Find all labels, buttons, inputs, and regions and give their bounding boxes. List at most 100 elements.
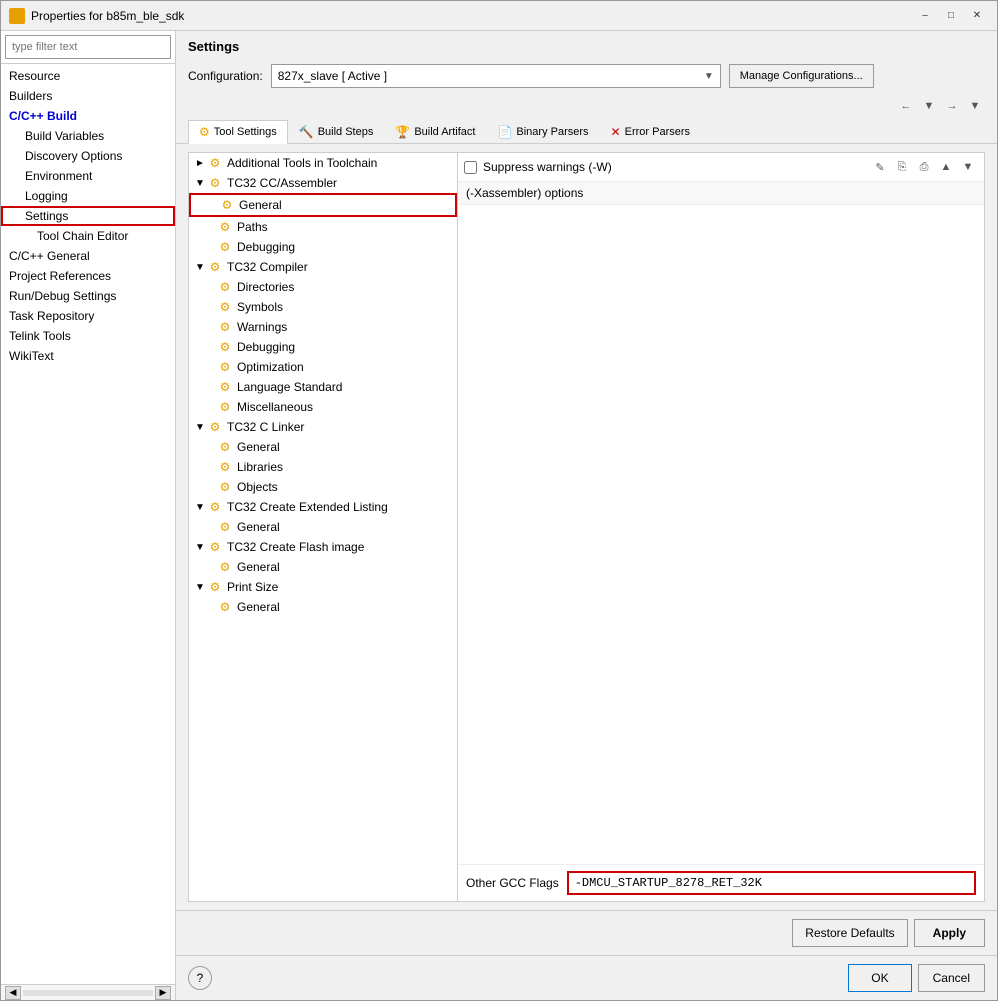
expand-icon xyxy=(205,362,217,373)
expand-icon xyxy=(205,222,217,233)
tree-item-general-flash[interactable]: ⚙ General xyxy=(189,557,457,577)
config-label: Configuration: xyxy=(188,69,263,83)
options-toolbar-icons: ✎ ⎘ ⎙ ▲ ▼ xyxy=(870,157,978,177)
sidebar-item-builders[interactable]: Builders xyxy=(1,86,175,106)
tab-error-parsers[interactable]: ✕ Error Parsers xyxy=(600,120,701,144)
tab-build-artifact[interactable]: 🏆 Build Artifact xyxy=(384,120,486,144)
settings-body: ► ⚙ Additional Tools in Toolchain ▼ ⚙ TC… xyxy=(176,144,997,910)
tree-item-optimization[interactable]: ⚙ Optimization xyxy=(189,357,457,377)
help-button[interactable]: ? xyxy=(188,966,212,990)
suppress-warnings-checkbox[interactable] xyxy=(464,161,477,174)
tab-build-steps[interactable]: 🔨 Build Steps xyxy=(288,120,385,144)
sidebar-item-settings[interactable]: Settings xyxy=(1,206,175,226)
move-down-button[interactable]: ▼ xyxy=(958,157,978,177)
tree-item-miscellaneous[interactable]: ⚙ Miscellaneous xyxy=(189,397,457,417)
expand-icon xyxy=(205,342,217,353)
titlebar: Properties for b85m_ble_sdk – □ ✕ xyxy=(1,1,997,31)
expand-icon xyxy=(205,382,217,393)
tree-item-additional-tools[interactable]: ► ⚙ Additional Tools in Toolchain xyxy=(189,153,457,173)
tool-icon: ⚙ xyxy=(217,359,233,375)
tree-item-general-assembler[interactable]: ⚙ General xyxy=(189,193,457,217)
nav-dropdown-button[interactable]: ▼ xyxy=(919,96,939,116)
tool-icon: ⚙ xyxy=(217,459,233,475)
tree-item-general-print[interactable]: ⚙ General xyxy=(189,597,457,617)
sidebar-item-resource[interactable]: Resource xyxy=(1,66,175,86)
sidebar-item-discovery-options[interactable]: Discovery Options xyxy=(1,146,175,166)
tab-binary-parsers[interactable]: 📄 Binary Parsers xyxy=(486,120,599,144)
expand-icon xyxy=(205,282,217,293)
tree-item-tc32-create-extended[interactable]: ▼ ⚙ TC32 Create Extended Listing xyxy=(189,497,457,517)
tree-item-libraries[interactable]: ⚙ Libraries xyxy=(189,457,457,477)
tree-item-tc32-compiler[interactable]: ▼ ⚙ TC32 Compiler xyxy=(189,257,457,277)
titlebar-controls: – □ ✕ xyxy=(913,6,989,26)
titlebar-app-icon xyxy=(9,8,25,24)
config-dropdown[interactable]: 827x_slave [ Active ] ▼ xyxy=(271,64,721,88)
tree-item-debugging-compiler[interactable]: ⚙ Debugging xyxy=(189,337,457,357)
restore-defaults-button[interactable]: Restore Defaults xyxy=(792,919,907,947)
tab-tool-settings[interactable]: ⚙ Tool Settings xyxy=(188,120,288,144)
sidebar-scrollbar[interactable]: ◀ ▶ xyxy=(1,984,175,1000)
sidebar-item-project-references[interactable]: Project References xyxy=(1,266,175,286)
tree-item-language-standard[interactable]: ⚙ Language Standard xyxy=(189,377,457,397)
suppress-warnings-label: Suppress warnings (-W) xyxy=(483,160,612,174)
tree-item-tc32-c-linker[interactable]: ▼ ⚙ TC32 C Linker xyxy=(189,417,457,437)
main-content: Resource Builders C/C++ Build Build Vari… xyxy=(1,31,997,1000)
tool-icon: ⚙ xyxy=(207,539,223,555)
options-toolbar: Suppress warnings (-W) ✎ ⎘ ⎙ ▲ ▼ xyxy=(458,153,984,182)
tool-icon: ⚙ xyxy=(217,399,233,415)
tree-item-general-linker[interactable]: ⚙ General xyxy=(189,437,457,457)
sidebar-item-task-repository[interactable]: Task Repository xyxy=(1,306,175,326)
tool-settings-icon: ⚙ xyxy=(199,125,210,139)
sidebar-item-build-variables[interactable]: Build Variables xyxy=(1,126,175,146)
tool-icon: ⚙ xyxy=(207,259,223,275)
nav-menu-button[interactable]: ▼ xyxy=(965,96,985,116)
sidebar-item-run-debug[interactable]: Run/Debug Settings xyxy=(1,286,175,306)
tool-icon: ⚙ xyxy=(217,599,233,615)
nav-forward-button[interactable]: → xyxy=(942,96,962,116)
gcc-flags-input[interactable] xyxy=(567,871,976,895)
tree-item-tc32-cc-assembler[interactable]: ▼ ⚙ TC32 CC/Assembler xyxy=(189,173,457,193)
tree-item-print-size[interactable]: ▼ ⚙ Print Size xyxy=(189,577,457,597)
sidebar: Resource Builders C/C++ Build Build Vari… xyxy=(1,31,176,1000)
scroll-right-button[interactable]: ▶ xyxy=(155,986,171,1000)
apply-button[interactable]: Apply xyxy=(914,919,985,947)
expand-icon xyxy=(207,200,219,211)
expand-icon: ▼ xyxy=(195,262,207,273)
add-option-button[interactable]: ✎ xyxy=(870,157,890,177)
binary-parsers-icon: 📄 xyxy=(497,125,512,139)
move-up-button[interactable]: ▲ xyxy=(936,157,956,177)
tree-item-tc32-create-flash[interactable]: ▼ ⚙ TC32 Create Flash image xyxy=(189,537,457,557)
tree-item-debugging-assembler[interactable]: ⚙ Debugging xyxy=(189,237,457,257)
cancel-button[interactable]: Cancel xyxy=(918,964,985,992)
xassembler-label: (-Xassembler) options xyxy=(458,182,984,205)
minimize-button[interactable]: – xyxy=(913,6,937,26)
tree-item-objects[interactable]: ⚙ Objects xyxy=(189,477,457,497)
tree-item-directories[interactable]: ⚙ Directories xyxy=(189,277,457,297)
manage-configurations-button[interactable]: Manage Configurations... xyxy=(729,64,874,88)
sidebar-item-environment[interactable]: Environment xyxy=(1,166,175,186)
tree-item-symbols[interactable]: ⚙ Symbols xyxy=(189,297,457,317)
scroll-left-button[interactable]: ◀ xyxy=(5,986,21,1000)
suppress-warnings-row: Suppress warnings (-W) xyxy=(464,160,866,174)
tool-icon: ⚙ xyxy=(217,239,233,255)
tree-item-paths[interactable]: ⚙ Paths xyxy=(189,217,457,237)
ok-button[interactable]: OK xyxy=(848,964,911,992)
nav-back-button[interactable]: ← xyxy=(896,96,916,116)
copy-option-button[interactable]: ⎘ xyxy=(892,157,912,177)
tree-item-warnings[interactable]: ⚙ Warnings xyxy=(189,317,457,337)
tree-item-general-extended[interactable]: ⚙ General xyxy=(189,517,457,537)
expand-icon: ► xyxy=(195,158,207,169)
dialog-bottom: ? OK Cancel xyxy=(176,955,997,1000)
expand-icon: ▼ xyxy=(195,422,207,433)
maximize-button[interactable]: □ xyxy=(939,6,963,26)
sidebar-item-ccpp-general[interactable]: C/C++ General xyxy=(1,246,175,266)
filter-input[interactable] xyxy=(5,35,171,59)
sidebar-item-logging[interactable]: Logging xyxy=(1,186,175,206)
sidebar-item-ccpp-build[interactable]: C/C++ Build xyxy=(1,106,175,126)
gcc-flags-label: Other GCC Flags xyxy=(466,876,559,890)
sidebar-item-wikitext[interactable]: WikiText xyxy=(1,346,175,366)
sidebar-item-telink-tools[interactable]: Telink Tools xyxy=(1,326,175,346)
sidebar-item-tool-chain-editor[interactable]: Tool Chain Editor xyxy=(1,226,175,246)
paste-option-button[interactable]: ⎙ xyxy=(914,157,934,177)
close-button[interactable]: ✕ xyxy=(965,6,989,26)
